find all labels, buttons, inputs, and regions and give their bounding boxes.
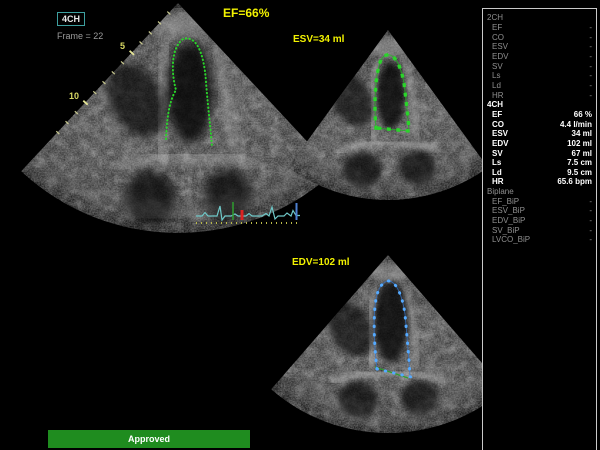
measurement-row: Ld -: [485, 81, 594, 91]
measurement-row: LVCO_BiP -: [485, 235, 594, 245]
edv-result-label: EDV=102 ml: [292, 257, 350, 268]
row-label: ESV: [492, 42, 508, 51]
measurement-panel: 2CH EF - CO - ESV - EDV - SV - Ls - Ld - HR - 4C…: [482, 8, 597, 450]
row-value: 66 %: [574, 110, 592, 119]
row-label: SV_BiP: [492, 226, 520, 235]
approved-button[interactable]: Approved: [48, 430, 250, 448]
measurement-row: HR 65.6 bpm: [485, 177, 594, 187]
measurement-row: EDV -: [485, 52, 594, 62]
echo-view-edv[interactable]: [260, 245, 510, 450]
row-label: Ls: [492, 71, 500, 80]
measurement-row: ESV 34 ml: [485, 129, 594, 139]
row-label: SV: [492, 62, 503, 71]
row-value: 7.5 cm: [567, 158, 592, 167]
row-label: EF: [492, 23, 502, 32]
measurement-row: SV -: [485, 61, 594, 71]
measurement-row: Ls -: [485, 71, 594, 81]
row-label: ESV_BiP: [492, 206, 525, 215]
row-label: CO: [492, 33, 504, 42]
measurement-row: CO 4.4 l/min: [485, 119, 594, 129]
sidebar-section-4ch: 4CH: [485, 100, 594, 110]
row-label: Ld: [492, 168, 502, 177]
echo-view-esv[interactable]: [270, 20, 500, 235]
measurement-row: EDV 102 ml: [485, 139, 594, 149]
echo-workstation-screen: 4CH Frame = 22 5 10 EF=66% ESV=34 ml EDV…: [0, 0, 600, 450]
row-value: 67 ml: [572, 149, 592, 158]
row-value: -: [589, 226, 592, 235]
row-value: -: [589, 71, 592, 80]
row-label: EDV: [492, 139, 508, 148]
row-label: EDV_BiP: [492, 216, 525, 225]
measurement-row: ESV_BiP -: [485, 206, 594, 216]
row-value: 4.4 l/min: [560, 120, 592, 129]
esv-result-label: ESV=34 ml: [293, 34, 344, 45]
row-value: -: [589, 197, 592, 206]
frame-counter: Frame = 22: [57, 31, 103, 41]
row-label: Ld: [492, 81, 501, 90]
row-value: -: [589, 91, 592, 100]
row-value: 9.5 cm: [567, 168, 592, 177]
sidebar-section-biplane: Biplane: [485, 187, 594, 197]
row-value: -: [589, 42, 592, 51]
row-value: -: [589, 206, 592, 215]
row-label: 2CH: [487, 13, 503, 22]
measurement-row: EDV_BiP -: [485, 216, 594, 226]
sidebar-section-2ch: 2CH: [485, 13, 594, 23]
depth-label-10: 10: [69, 91, 79, 101]
row-label: Ls: [492, 158, 501, 167]
row-label: Biplane: [487, 187, 514, 196]
row-label: EDV: [492, 52, 508, 61]
row-label: LVCO_BiP: [492, 235, 530, 244]
measurement-row: SV 67 ml: [485, 148, 594, 158]
row-value: -: [589, 62, 592, 71]
row-value: -: [589, 235, 592, 244]
row-value: 34 ml: [572, 129, 592, 138]
row-label: EF: [492, 110, 502, 119]
row-value: -: [589, 33, 592, 42]
row-value: 102 ml: [567, 139, 592, 148]
row-label: CO: [492, 120, 504, 129]
measurement-row: HR -: [485, 90, 594, 100]
measurement-row: CO -: [485, 32, 594, 42]
row-label: HR: [492, 177, 504, 186]
frame-cursor[interactable]: [241, 210, 244, 220]
row-label: ESV: [492, 129, 508, 138]
row-value: -: [589, 23, 592, 32]
measurement-row: EF -: [485, 23, 594, 33]
row-value: -: [589, 81, 592, 90]
measurement-row: EF 66 %: [485, 110, 594, 120]
row-value: -: [589, 52, 592, 61]
view-mode-badge[interactable]: 4CH: [57, 12, 85, 26]
measurement-row: Ld 9.5 cm: [485, 168, 594, 178]
row-value: -: [589, 216, 592, 225]
row-value: 65.6 bpm: [557, 177, 592, 186]
measurement-row: SV_BiP -: [485, 225, 594, 235]
row-label: 4CH: [487, 100, 503, 109]
row-label: HR: [492, 91, 504, 100]
measurement-row: ESV -: [485, 42, 594, 52]
row-label: SV: [492, 149, 503, 158]
measurement-row: Ls 7.5 cm: [485, 158, 594, 168]
measurement-row: EF_BiP -: [485, 196, 594, 206]
row-label: EF_BiP: [492, 197, 519, 206]
ef-result-label: EF=66%: [223, 6, 269, 20]
depth-label-5: 5: [120, 41, 125, 51]
